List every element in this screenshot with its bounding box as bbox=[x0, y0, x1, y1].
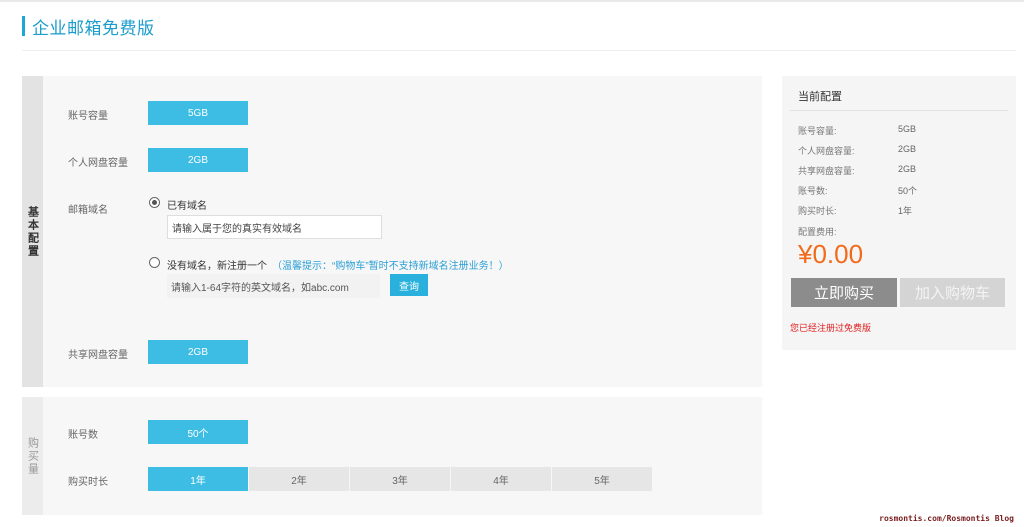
new-domain-label: 没有域名，新注册一个 bbox=[167, 261, 267, 272]
duration-option-5y[interactable]: 5年 bbox=[552, 467, 652, 491]
summary-item-value: 2GB bbox=[898, 144, 917, 154]
account-count-option[interactable]: 50个 bbox=[148, 420, 248, 444]
summary-divider bbox=[790, 110, 1008, 111]
existing-domain-input[interactable]: 请输入属于您的真实有效域名 bbox=[167, 215, 382, 239]
basic-config-panel: 基本配置 账号容量 5GB 个人网盘容量 2GB 邮箱域名 已有域名 请输入属于… bbox=[22, 76, 762, 387]
personal-disk-option[interactable]: 2GB bbox=[148, 148, 248, 172]
basic-config-tab-label: 基本配置 bbox=[26, 205, 39, 258]
fee-label: 配置费用: bbox=[798, 227, 837, 237]
watermark: rosmontis.com/Rosmontis Blog bbox=[879, 514, 1014, 523]
shared-disk-label: 共享网盘容量 bbox=[68, 350, 128, 361]
price-total: ¥0.00 bbox=[798, 239, 864, 269]
page-header: 企业邮箱免费版 bbox=[22, 16, 155, 38]
purchase-tab-label: 购买量 bbox=[26, 436, 39, 476]
basic-config-tab: 基本配置 bbox=[22, 76, 43, 387]
purchase-panel: 购买量 账号数 50个 购买时长 1年 2年 3年 4年 5年 bbox=[22, 397, 762, 515]
top-border bbox=[0, 0, 1024, 2]
mail-domain-label: 邮箱域名 bbox=[68, 205, 108, 216]
page-title: 企业邮箱免费版 bbox=[32, 18, 155, 38]
summary-item-value: 2GB bbox=[898, 164, 917, 174]
summary-title: 当前配置 bbox=[798, 91, 842, 103]
summary-item-label: 账号数: bbox=[798, 186, 828, 196]
title-accent-bar bbox=[22, 16, 25, 36]
account-count-label: 账号数 bbox=[68, 430, 98, 441]
account-capacity-option[interactable]: 5GB bbox=[148, 101, 248, 125]
account-capacity-label: 账号容量 bbox=[68, 111, 108, 122]
current-config-summary: 当前配置 账号容量: 5GB 个人网盘容量: 2GB 共享网盘容量: 2GB 账… bbox=[782, 76, 1016, 350]
summary-item-value: 1年 bbox=[898, 206, 913, 216]
buy-now-button[interactable]: 立即购买 bbox=[791, 278, 897, 307]
summary-item-value: 5GB bbox=[898, 124, 917, 134]
duration-option-3y[interactable]: 3年 bbox=[350, 467, 450, 491]
duration-option-4y[interactable]: 4年 bbox=[451, 467, 551, 491]
summary-item-label: 账号容量: bbox=[798, 126, 837, 136]
new-domain-radio[interactable] bbox=[149, 257, 160, 268]
existing-domain-radio[interactable] bbox=[149, 197, 160, 208]
purchase-tab: 购买量 bbox=[22, 397, 43, 515]
summary-item-label: 个人网盘容量: bbox=[798, 146, 855, 156]
existing-domain-label: 已有域名 bbox=[167, 201, 207, 212]
registered-notice: 您已经注册过免费版 bbox=[790, 323, 872, 333]
summary-item-label: 购买时长: bbox=[798, 206, 837, 216]
shared-disk-option[interactable]: 2GB bbox=[148, 340, 248, 364]
domain-query-button[interactable]: 查询 bbox=[390, 274, 428, 296]
header-divider bbox=[22, 50, 1016, 51]
personal-disk-label: 个人网盘容量 bbox=[68, 158, 128, 169]
summary-item-value: 50个 bbox=[898, 186, 918, 196]
cart-domain-tip: （温馨提示：“购物车”暂时不支持新域名注册业务！） bbox=[272, 261, 509, 272]
duration-options: 1年 2年 3年 4年 5年 bbox=[148, 467, 653, 491]
summary-item-label: 共享网盘容量: bbox=[798, 166, 855, 176]
duration-label: 购买时长 bbox=[68, 477, 108, 488]
duration-option-1y[interactable]: 1年 bbox=[148, 467, 248, 491]
duration-option-2y[interactable]: 2年 bbox=[249, 467, 349, 491]
add-to-cart-button[interactable]: 加入购物车 bbox=[900, 278, 1005, 307]
new-domain-input[interactable]: 请输入1-64字符的英文域名，如abc.com bbox=[167, 274, 380, 298]
